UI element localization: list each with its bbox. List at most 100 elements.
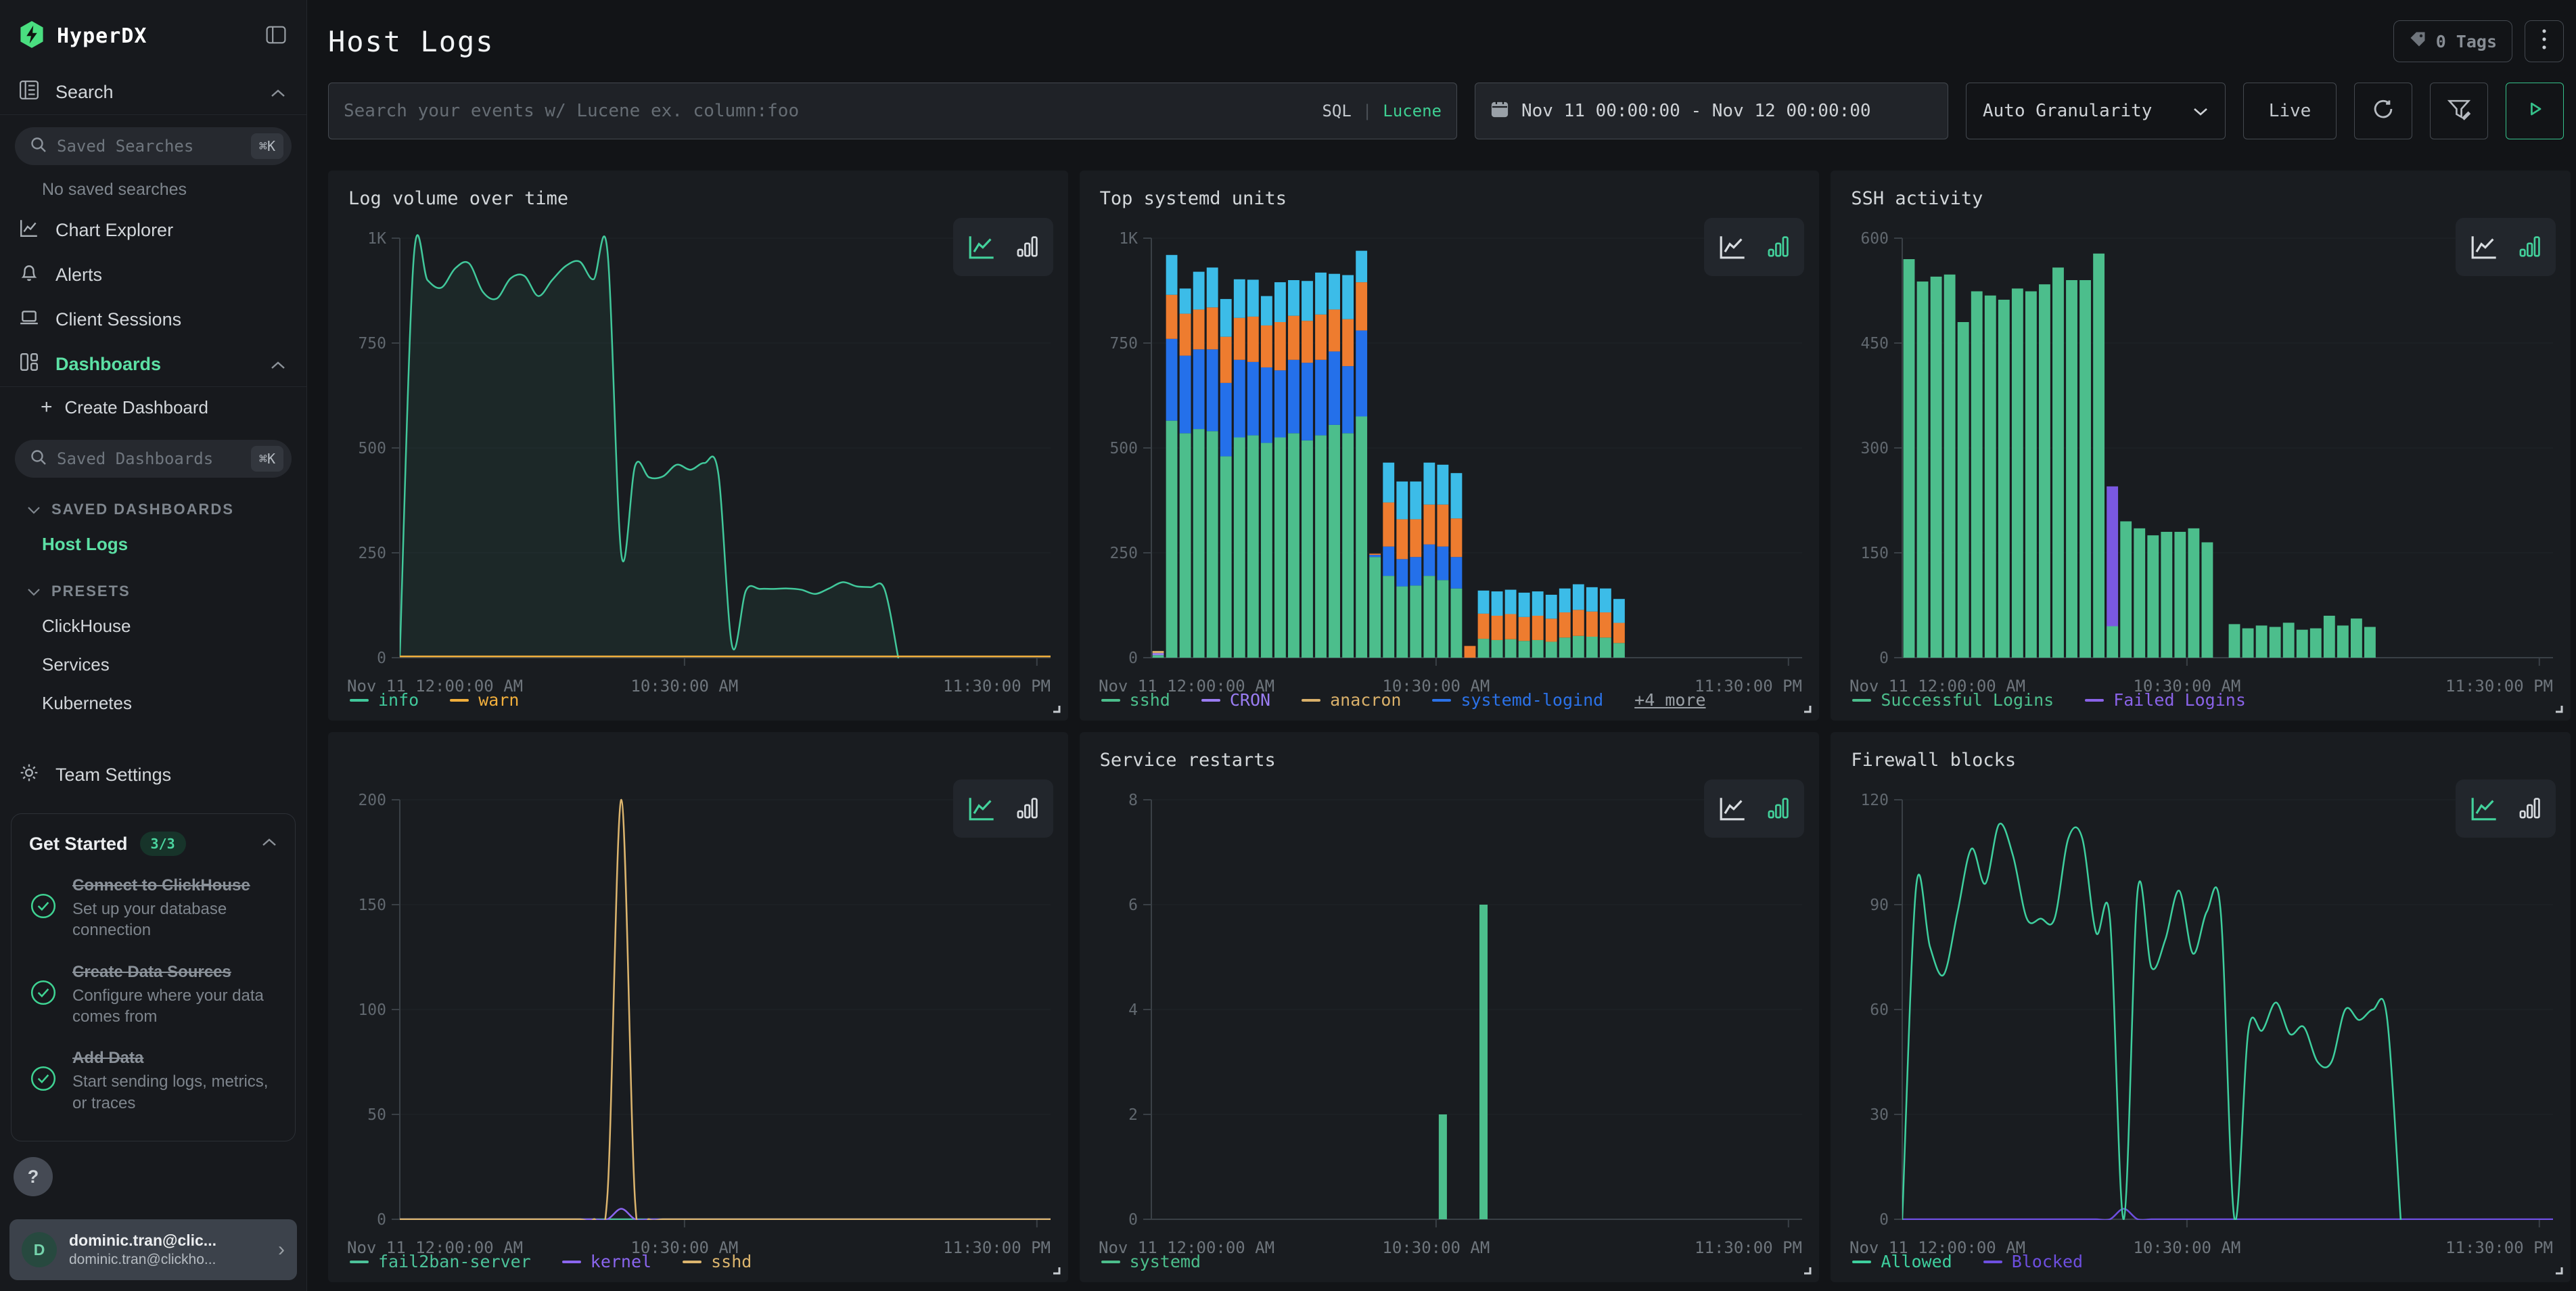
sidebar-preset-clickhouse[interactable]: ClickHouse — [0, 607, 306, 646]
line-chart-icon[interactable] — [2468, 231, 2499, 263]
legend-item[interactable]: warn — [450, 690, 519, 710]
line-chart-icon[interactable] — [1716, 231, 1747, 263]
chevron-up-icon[interactable] — [261, 838, 277, 851]
task-create-data-sources[interactable]: Create Data Sources Configure where your… — [29, 961, 277, 1028]
legend-item[interactable]: CRON — [1201, 690, 1270, 710]
bell-icon — [19, 263, 39, 288]
bar-chart-icon[interactable] — [1013, 233, 1041, 261]
sidebar-preset-kubernetes[interactable]: Kubernetes — [0, 684, 306, 723]
refresh-button[interactable] — [2354, 83, 2412, 139]
chart-type-toggle[interactable] — [953, 218, 1053, 276]
sidebar-item-dashboards[interactable]: Dashboards — [0, 342, 306, 386]
legend-item[interactable]: Failed Logins — [2085, 690, 2246, 710]
legend-item[interactable]: anacron — [1302, 690, 1401, 710]
granularity-select[interactable]: Auto Granularity — [1966, 83, 2226, 139]
section-presets[interactable]: PRESETS — [27, 583, 288, 600]
legend-label: warn — [478, 690, 519, 710]
chart-type-toggle[interactable] — [1704, 779, 1804, 838]
resize-handle-icon[interactable] — [1800, 1263, 1814, 1277]
collapse-sidebar-icon[interactable] — [266, 26, 286, 47]
help-button[interactable]: ? — [14, 1157, 53, 1196]
legend-dash-icon — [1101, 699, 1120, 702]
resize-handle-icon[interactable] — [1800, 702, 1814, 715]
task-add-data[interactable]: Add Data Start sending logs, metrics, or… — [29, 1047, 277, 1114]
x-tick-label: 11:30:00 PM — [943, 1238, 1051, 1257]
legend-label: Failed Logins — [2113, 690, 2246, 710]
line-chart-icon[interactable] — [2468, 793, 2499, 824]
chart-type-toggle[interactable] — [953, 779, 1053, 838]
calendar-icon — [1490, 99, 1509, 123]
resize-handle-icon[interactable] — [2552, 1263, 2565, 1277]
line-chart-icon[interactable] — [965, 231, 996, 263]
task-desc: Set up your database connection — [72, 899, 269, 941]
resize-handle-icon[interactable] — [1049, 1263, 1063, 1277]
chevron-down-icon — [27, 501, 41, 518]
bar-chart-icon[interactable] — [2515, 233, 2544, 261]
sidebar-item-client-sessions[interactable]: Client Sessions — [0, 297, 306, 342]
search-nav-icon — [19, 80, 39, 105]
chart-type-toggle[interactable] — [2456, 218, 2556, 276]
tags-button[interactable]: 0 Tags — [2393, 20, 2512, 62]
sidebar-dashboard-host-logs[interactable]: Host Logs — [0, 525, 306, 564]
saved-searches-field[interactable] — [57, 137, 242, 156]
event-search-input[interactable]: SQL | Lucene — [328, 83, 1457, 139]
legend-item[interactable]: systemd-logind — [1432, 690, 1603, 710]
legend-dash-icon — [1432, 699, 1451, 702]
panel-menu-button[interactable] — [2525, 20, 2564, 62]
legend-label: kernel — [591, 1252, 651, 1271]
mode-divider: | — [1362, 101, 1372, 120]
legend-dash-icon — [683, 1261, 702, 1263]
user-menu[interactable]: D dominic.tran@clic... dominic.tran@clic… — [9, 1219, 297, 1280]
sidebar-item-team-settings[interactable]: Team Settings — [0, 752, 306, 797]
resize-handle-icon[interactable] — [1049, 702, 1063, 715]
legend-item[interactable]: kernel — [562, 1252, 651, 1271]
run-query-button[interactable] — [2506, 83, 2564, 139]
saved-dashboards-input[interactable]: ⌘K — [15, 440, 292, 478]
task-connect-clickhouse[interactable]: Connect to ClickHouse Set up your databa… — [29, 875, 277, 941]
play-icon — [2524, 98, 2546, 124]
legend-item[interactable]: sshd — [1101, 690, 1170, 710]
legend-item[interactable]: Successful Logins — [1852, 690, 2054, 710]
y-tick-label: 6 — [1128, 897, 1138, 914]
legend-item[interactable]: Allowed — [1852, 1252, 1952, 1271]
sidebar-preset-services[interactable]: Services — [0, 646, 306, 684]
bar-chart-icon[interactable] — [1764, 794, 1792, 823]
bar-chart-icon[interactable] — [1013, 794, 1041, 823]
series-anacron — [1152, 651, 1164, 653]
line-chart-icon[interactable] — [965, 793, 996, 824]
event-search-field[interactable] — [344, 101, 1310, 121]
legend-more-button[interactable]: +4 more — [1634, 690, 1705, 710]
bar-chart-icon[interactable] — [1764, 233, 1792, 261]
sidebar-item-alerts[interactable]: Alerts — [0, 252, 306, 297]
sql-mode-button[interactable]: SQL — [1322, 101, 1351, 120]
lucene-mode-button[interactable]: Lucene — [1383, 101, 1442, 120]
sidebar-item-search[interactable]: Search — [0, 70, 306, 114]
brand[interactable]: HyperDX — [19, 20, 147, 52]
sidebar-item-chart-explorer[interactable]: Chart Explorer — [0, 208, 306, 252]
legend-item[interactable]: sshd — [683, 1252, 752, 1271]
chart-legend: fail2ban-server kernel sshd — [350, 1252, 752, 1271]
resize-handle-icon[interactable] — [2552, 702, 2565, 715]
date-range-picker[interactable]: Nov 11 00:00:00 - Nov 12 00:00:00 — [1475, 83, 1948, 139]
legend-item[interactable]: fail2ban-server — [350, 1252, 531, 1271]
y-tick-label: 200 — [358, 792, 386, 809]
chart-title: Service restarts — [1100, 750, 1276, 771]
saved-searches-input[interactable]: ⌘K — [15, 127, 292, 165]
chart-type-toggle[interactable] — [1704, 218, 1804, 276]
y-tick-label: 250 — [358, 545, 386, 562]
legend-item[interactable]: info — [350, 690, 419, 710]
series-systemd — [1439, 905, 1488, 1219]
legend-item[interactable]: systemd — [1101, 1252, 1201, 1271]
create-dashboard-button[interactable]: + Create Dashboard — [0, 387, 306, 428]
line-chart-icon[interactable] — [1716, 793, 1747, 824]
query-toolbar: SQL | Lucene Nov 11 00:00:00 - Nov 12 00… — [308, 62, 2576, 139]
series-group — [400, 800, 1051, 1238]
series-Successful Logins — [1904, 254, 2376, 658]
section-saved-dashboards[interactable]: SAVED DASHBOARDS — [27, 501, 288, 518]
saved-dashboards-field[interactable] — [57, 449, 242, 468]
chart-type-toggle[interactable] — [2456, 779, 2556, 838]
live-button[interactable]: Live — [2243, 83, 2337, 139]
bar-chart-icon[interactable] — [2515, 794, 2544, 823]
filter-button[interactable] — [2430, 83, 2488, 139]
legend-item[interactable]: Blocked — [1983, 1252, 2083, 1271]
